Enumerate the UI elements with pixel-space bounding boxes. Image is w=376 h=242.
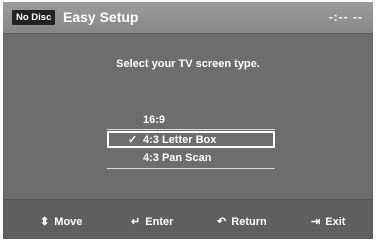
exit-label: Exit <box>325 216 346 228</box>
return-hint: ↶ Return <box>217 215 267 229</box>
page-title: Easy Setup <box>63 9 139 25</box>
return-label: Return <box>231 216 267 228</box>
check-mark-icon: ✓ <box>128 134 138 146</box>
exit-hint: ⇥ Exit <box>311 215 345 229</box>
option-4-3-letter-box[interactable]: ✓ 4:3 Letter Box <box>107 131 275 148</box>
option-4-3-pan-scan[interactable]: 4:3 Pan Scan <box>107 150 275 167</box>
setup-content: Select your TV screen type. 16:9 ✓ 4:3 L… <box>3 34 373 198</box>
enter-label: Enter <box>145 216 174 228</box>
option-16-9[interactable]: 16:9 <box>107 112 275 129</box>
option-label: 4:3 Pan Scan <box>143 152 212 164</box>
return-icon: ↶ <box>217 216 227 228</box>
updown-arrows-icon: ⬍ <box>40 216 50 228</box>
enter-hint: ↵ Enter <box>131 215 173 229</box>
header-bar: No Disc Easy Setup -:-- -- <box>3 2 373 34</box>
option-label: 16:9 <box>143 114 166 126</box>
disc-status-badge: No Disc <box>12 10 56 25</box>
easy-setup-screen: No Disc Easy Setup -:-- -- Select your T… <box>3 2 373 239</box>
setup-prompt: Select your TV screen type. <box>116 58 260 70</box>
footer-hint-bar: ⬍ Move ↵ Enter ↶ Return ⇥ Exit <box>3 199 373 239</box>
exit-icon: ⇥ <box>311 216 321 228</box>
enter-icon: ↵ <box>131 216 141 228</box>
option-divider <box>107 168 275 169</box>
clock-display: -:-- -- <box>328 10 363 24</box>
option-label: 4:3 Letter Box <box>143 134 217 146</box>
move-hint: ⬍ Move <box>40 215 82 229</box>
move-label: Move <box>54 216 83 228</box>
option-divider <box>107 129 275 130</box>
